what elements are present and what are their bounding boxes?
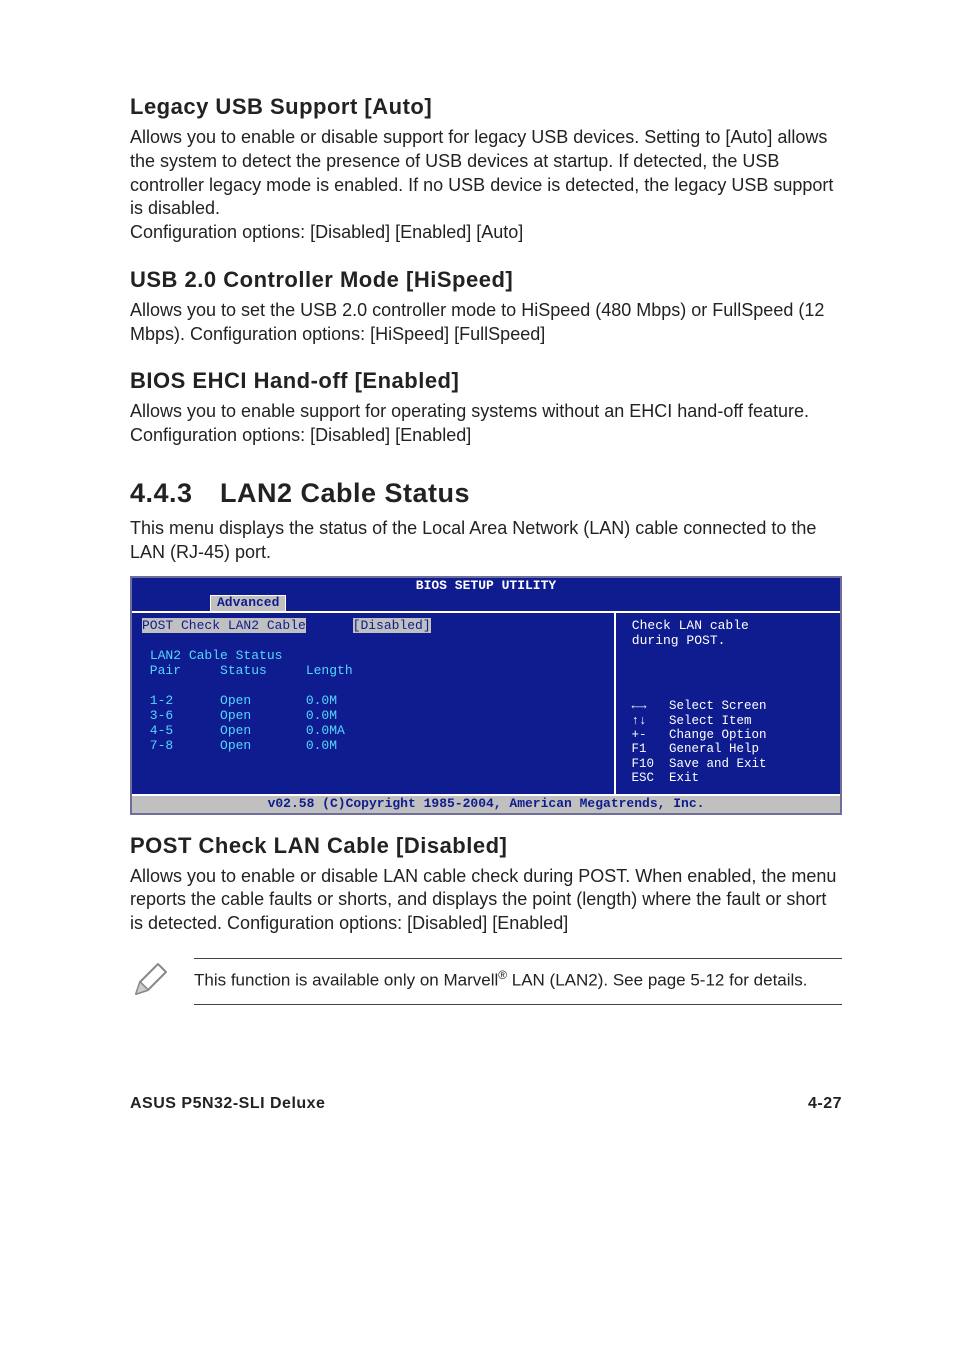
body-post-check-lan: Allows you to enable or disable LAN cabl…: [130, 865, 842, 936]
body-legacy-usb: Allows you to enable or disable support …: [130, 126, 842, 245]
registered-mark: ®: [498, 968, 507, 982]
footer-right: 4-27: [808, 1095, 842, 1113]
bios-tab-advanced: Advanced: [210, 595, 286, 611]
bios-table-row: 7-8 Open 0.0M: [142, 738, 337, 753]
bios-key-legend: ←→ Select Screen ↑↓ Select Item +- Chang…: [624, 699, 767, 785]
body-ehci-handoff: Allows you to enable support for operati…: [130, 400, 842, 448]
note-block: This function is available only on Marve…: [130, 958, 842, 1005]
heading-usb2-mode: USB 2.0 Controller Mode [HiSpeed]: [130, 267, 842, 293]
note-text-a: This function is available only on Marve…: [194, 970, 498, 989]
heading-ehci-handoff: BIOS EHCI Hand-off [Enabled]: [130, 368, 842, 394]
pencil-note-icon: [130, 958, 172, 1005]
bios-left-panel: POST Check LAN2 Cable [Disabled] LAN2 Ca…: [132, 613, 616, 793]
bios-title: BIOS SETUP UTILITY: [132, 578, 840, 595]
note-text: This function is available only on Marve…: [194, 958, 842, 1005]
bios-selected-row-value: [Disabled]: [353, 618, 431, 633]
bios-table-columns: Pair Status Length: [142, 663, 353, 678]
bios-table-row: 4-5 Open 0.0MA: [142, 723, 345, 738]
heading-lan2-cable-status: 4.4.3LAN2 Cable Status: [130, 478, 842, 509]
heading-legacy-usb: Legacy USB Support [Auto]: [130, 94, 842, 120]
body-usb2-mode: Allows you to set the USB 2.0 controller…: [130, 299, 842, 347]
bios-help-text: Check LAN cable during POST.: [624, 619, 832, 649]
bios-right-panel: Check LAN cable during POST. ←→ Select S…: [616, 613, 840, 793]
footer-left: ASUS P5N32-SLI Deluxe: [130, 1095, 325, 1113]
bios-table-row: 3-6 Open 0.0M: [142, 708, 337, 723]
bios-selected-row-label: POST Check LAN2 Cable: [142, 618, 306, 633]
section-title: LAN2 Cable Status: [220, 478, 470, 508]
note-text-b: LAN (LAN2). See page 5-12 for details.: [507, 970, 808, 989]
page-footer: ASUS P5N32-SLI Deluxe 4-27: [130, 1095, 842, 1113]
bios-table-row: 1-2 Open 0.0M: [142, 693, 337, 708]
bios-setup-utility-screenshot: BIOS SETUP UTILITY Advanced POST Check L…: [130, 576, 842, 814]
bios-tab-bar: Advanced: [132, 595, 840, 611]
bios-table-title: LAN2 Cable Status: [150, 648, 283, 663]
intro-lan2: This menu displays the status of the Loc…: [130, 517, 842, 565]
section-number: 4.4.3: [130, 478, 220, 509]
bios-copyright: v02.58 (C)Copyright 1985-2004, American …: [132, 796, 840, 813]
heading-post-check-lan: POST Check LAN Cable [Disabled]: [130, 833, 842, 859]
